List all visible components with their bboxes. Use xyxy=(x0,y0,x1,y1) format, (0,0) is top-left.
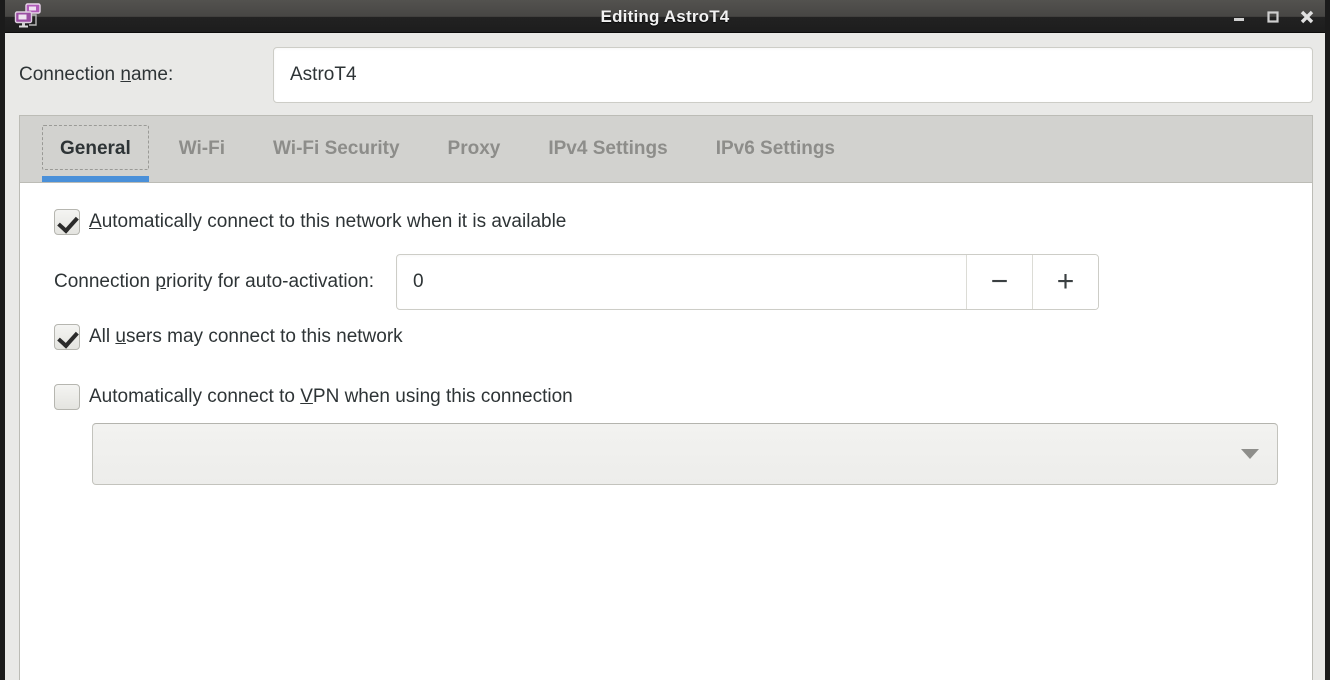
vpn-label-pre: Automatically connect to xyxy=(89,386,301,407)
all-users-label-post: sers may connect to this network xyxy=(125,326,403,347)
priority-increment-button[interactable]: + xyxy=(1032,255,1099,309)
priority-label-mnemonic: p xyxy=(155,271,166,292)
tab-wifi-label: Wi-Fi xyxy=(178,138,226,159)
all-users-label: All users may connect to this network xyxy=(89,326,403,348)
tab-general[interactable]: General xyxy=(36,116,155,182)
all-users-label-mnemonic: u xyxy=(115,326,126,347)
connection-name-label: Connection name: xyxy=(19,64,273,86)
autoconnect-label-mnemonic: A xyxy=(89,211,102,232)
tab-ipv4-settings[interactable]: IPv4 Settings xyxy=(524,116,691,182)
all-users-checkbox[interactable] xyxy=(54,324,80,350)
tab-ipv6-settings-label: IPv6 Settings xyxy=(715,138,836,159)
vpn-label-mnemonic: V xyxy=(300,386,313,407)
priority-label: Connection priority for auto-activation: xyxy=(54,271,374,293)
general-tab-page: Automatically connect to this network wh… xyxy=(20,183,1312,680)
maximize-icon[interactable] xyxy=(1265,9,1281,25)
priority-row: Connection priority for auto-activation:… xyxy=(54,254,1292,310)
priority-label-post: riority for auto-activation: xyxy=(165,271,375,292)
tab-wifi-security-label: Wi-Fi Security xyxy=(273,138,400,159)
connection-name-label-mnemonic: n xyxy=(120,64,131,85)
tab-proxy[interactable]: Proxy xyxy=(424,116,525,182)
tab-proxy-label: Proxy xyxy=(447,138,501,159)
vpn-autoconnect-checkbox[interactable] xyxy=(54,384,80,410)
vpn-autoconnect-label: Automatically connect to VPN when using … xyxy=(89,386,573,408)
autoconnect-label: Automatically connect to this network wh… xyxy=(89,211,566,233)
tab-ipv6-settings[interactable]: IPv6 Settings xyxy=(692,116,859,182)
priority-decrement-button[interactable]: − xyxy=(966,255,1033,309)
window-controls xyxy=(1231,0,1315,33)
connection-name-input[interactable] xyxy=(273,47,1313,103)
autoconnect-checkbox[interactable] xyxy=(54,209,80,235)
vpn-label-post: PN when using this connection xyxy=(312,386,573,407)
connection-name-label-post: ame: xyxy=(130,64,174,85)
tab-wifi[interactable]: Wi-Fi xyxy=(155,116,249,182)
settings-notebook: General Wi-Fi Wi-Fi Security Proxy IPv4 … xyxy=(19,115,1313,680)
window-title: Editing AstroT4 xyxy=(600,6,730,26)
tab-wifi-security[interactable]: Wi-Fi Security xyxy=(249,116,424,182)
tab-active-underline xyxy=(42,176,149,182)
all-users-row[interactable]: All users may connect to this network xyxy=(54,324,1292,350)
priority-label-pre: Connection xyxy=(54,271,156,292)
tab-ipv4-settings-label: IPv4 Settings xyxy=(548,138,668,159)
vpn-combo-wrap xyxy=(54,423,1292,485)
chevron-down-icon xyxy=(1241,449,1259,459)
connection-name-row: Connection name: xyxy=(5,33,1325,115)
connection-name-label-pre: Connection xyxy=(19,64,121,85)
priority-input[interactable] xyxy=(397,255,967,309)
all-users-label-pre: All xyxy=(89,326,116,347)
vpn-autoconnect-row[interactable]: Automatically connect to VPN when using … xyxy=(54,384,1292,410)
tab-bar: General Wi-Fi Wi-Fi Security Proxy IPv4 … xyxy=(20,116,1312,183)
close-icon[interactable] xyxy=(1299,9,1315,25)
network-connection-icon xyxy=(14,3,42,29)
autoconnect-label-post: utomatically connect to this network whe… xyxy=(101,211,567,232)
autoconnect-row[interactable]: Automatically connect to this network wh… xyxy=(54,209,1292,235)
titlebar: Editing AstroT4 xyxy=(5,0,1325,33)
editing-connection-window: Editing AstroT4 Connection name: General xyxy=(0,0,1330,680)
priority-spinner: − + xyxy=(396,254,1100,310)
minimize-icon[interactable] xyxy=(1231,9,1247,25)
vpn-connection-combobox[interactable] xyxy=(92,423,1278,485)
tab-general-label: General xyxy=(60,138,131,159)
